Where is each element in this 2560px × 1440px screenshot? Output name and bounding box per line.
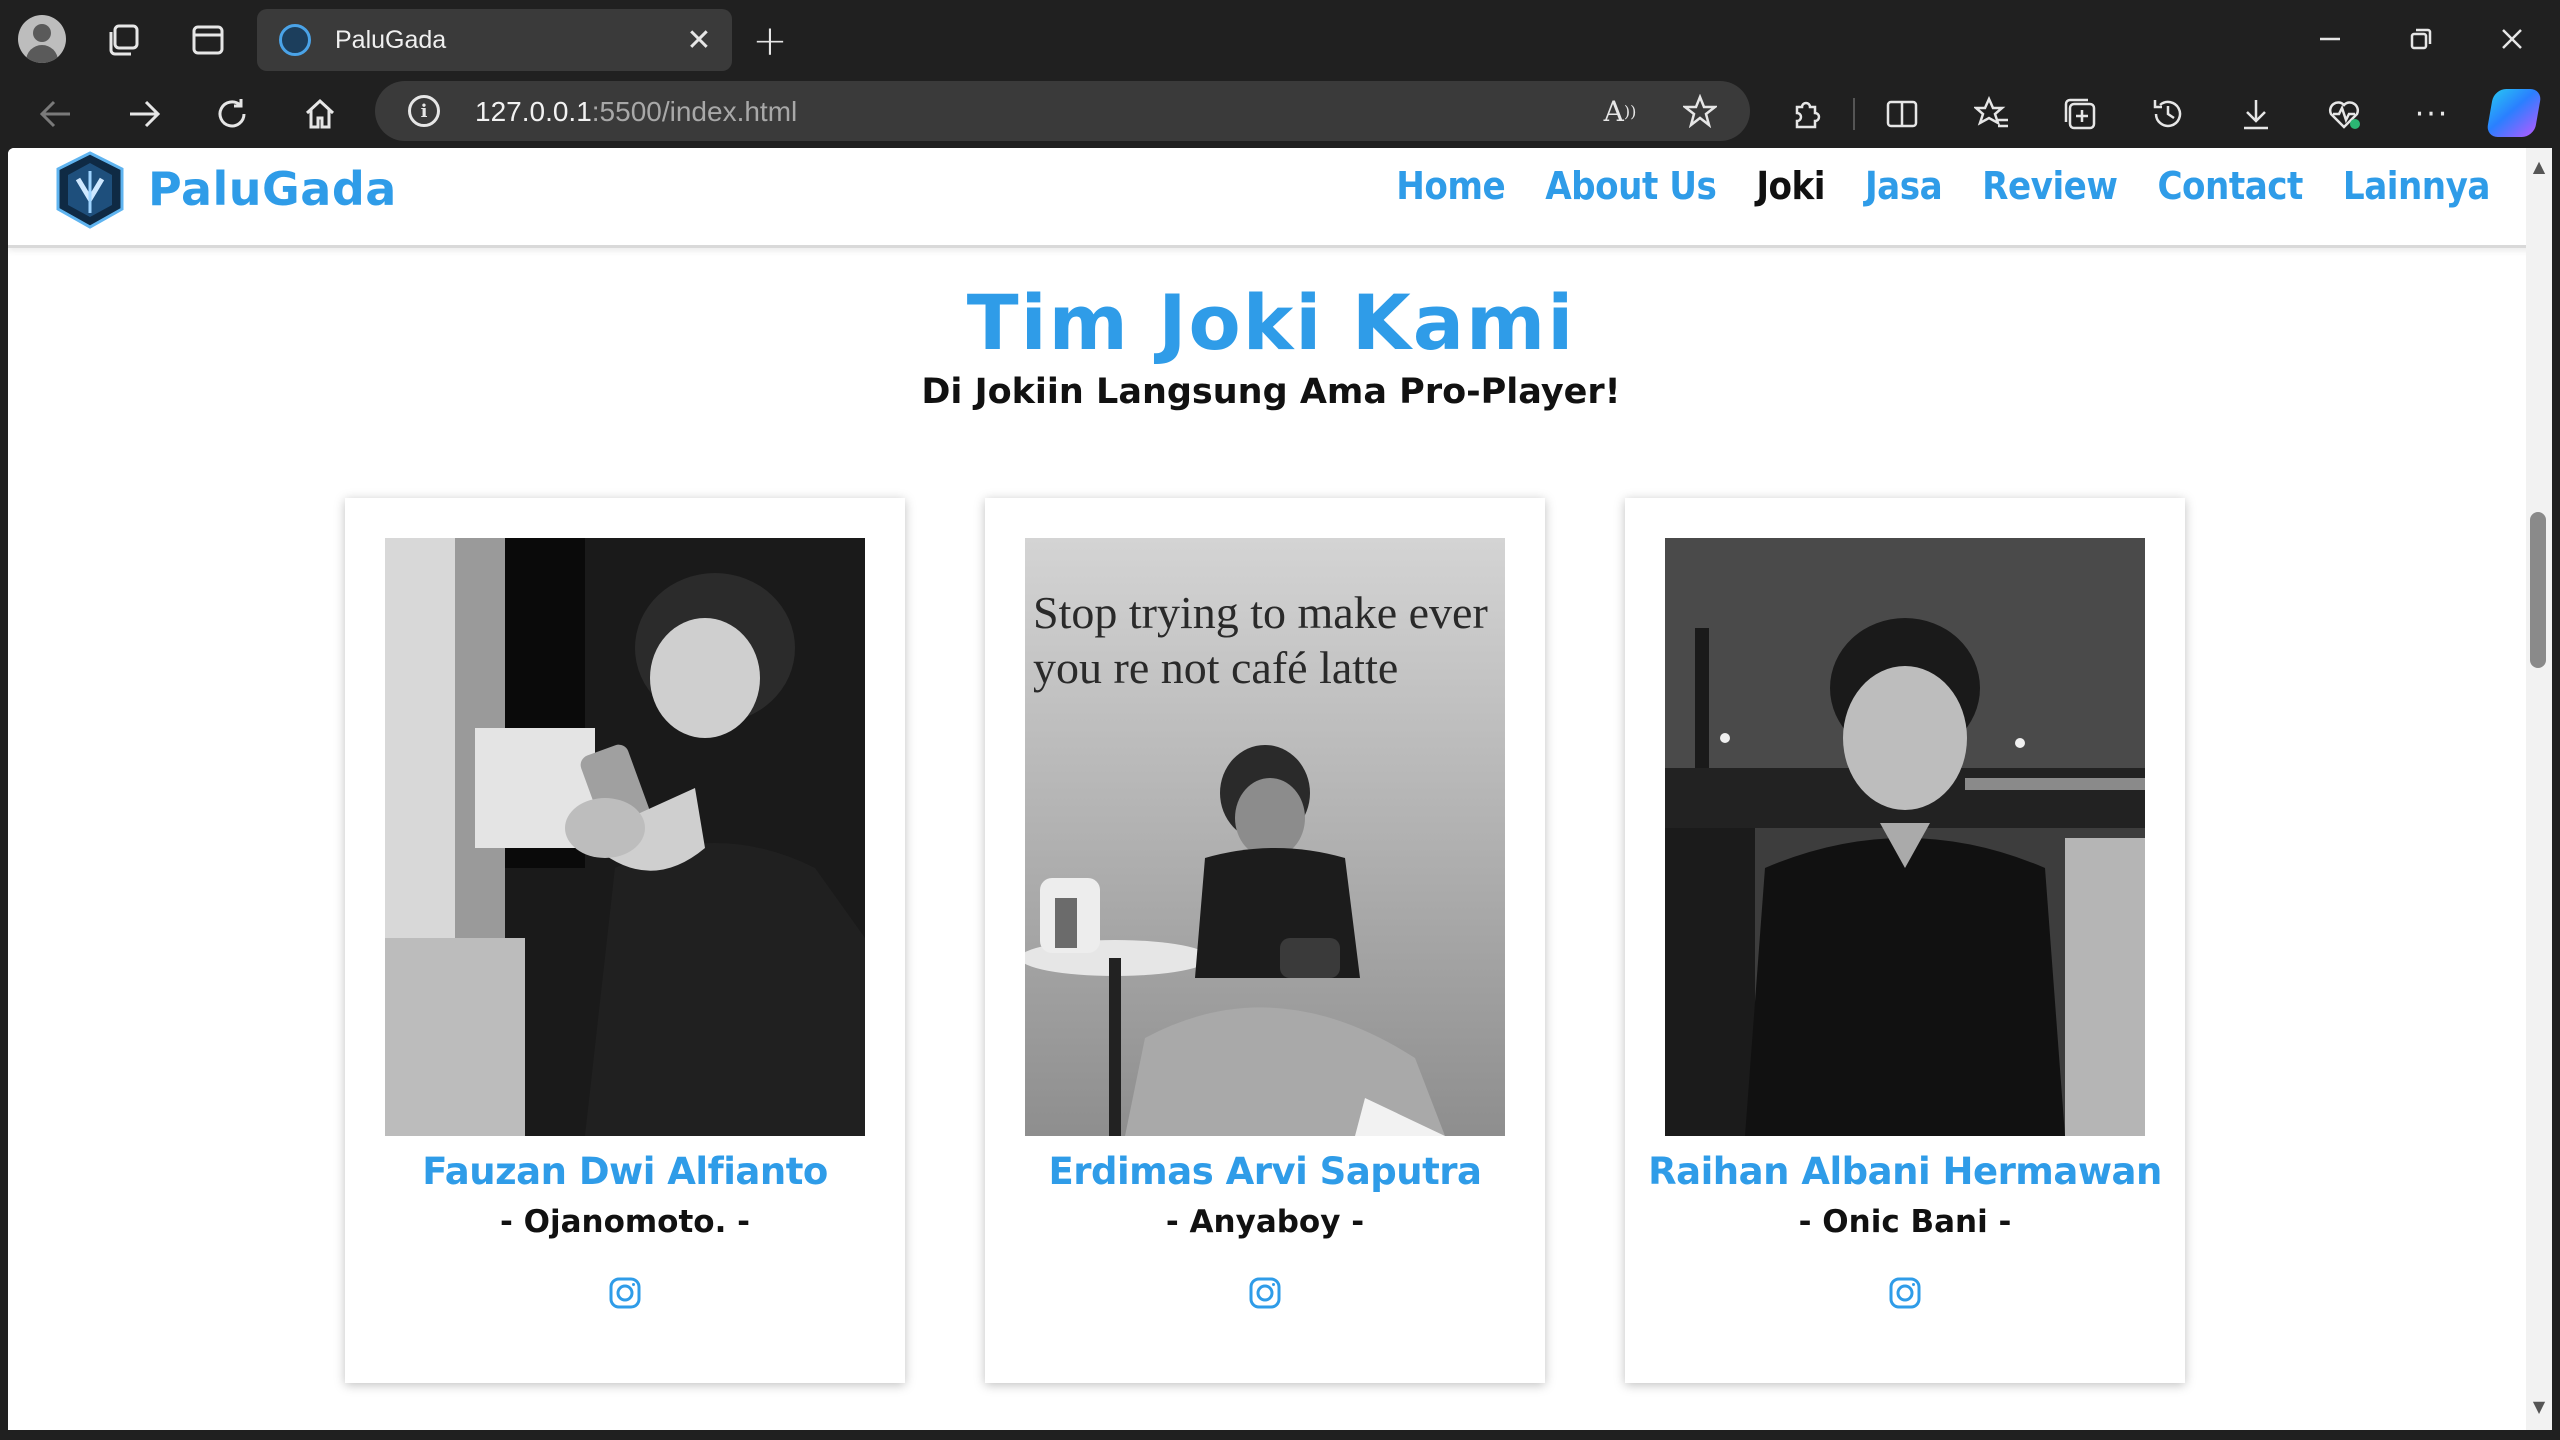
scroll-up-arrow-icon[interactable]: ▲: [2529, 156, 2549, 176]
page-viewport: PaluGada Home About Us Joki Jasa Review …: [8, 148, 2534, 1430]
toolbar-separator: [1853, 98, 1855, 130]
read-aloud-icon[interactable]: A)): [1600, 91, 1640, 131]
team-member-photo: [1665, 538, 2145, 1136]
page-scrollbar-track[interactable]: [2526, 148, 2552, 1430]
back-arrow-icon[interactable]: [28, 86, 84, 142]
browser-tab-bar: PaluGada ✕ +: [0, 0, 2560, 78]
collections-icon[interactable]: [2052, 86, 2108, 142]
workspaces-icon[interactable]: [102, 18, 146, 62]
nav-jasa[interactable]: Jasa: [1865, 164, 1943, 208]
team-member-photo: [385, 538, 865, 1136]
nav-about-us[interactable]: About Us: [1545, 164, 1717, 208]
nav-lainnya[interactable]: Lainnya: [2343, 164, 2491, 208]
new-tab-button[interactable]: +: [748, 16, 792, 65]
team-member-nickname: - Anyaboy -: [1165, 1204, 1365, 1240]
scroll-down-arrow-icon[interactable]: ▼: [2529, 1396, 2549, 1416]
profile-avatar-icon[interactable]: [18, 15, 66, 63]
split-screen-icon[interactable]: [1874, 86, 1930, 142]
site-header: PaluGada Home About Us Joki Jasa Review …: [8, 148, 2534, 248]
browser-tab-active[interactable]: PaluGada ✕: [257, 9, 732, 71]
main-nav: Home About Us Joki Jasa Review Contact L…: [1396, 164, 2490, 208]
nav-contact[interactable]: Contact: [2157, 164, 2303, 208]
refresh-icon[interactable]: [204, 86, 260, 142]
history-icon[interactable]: [2140, 86, 2196, 142]
team-member-name: Raihan Albani Hermawan: [1648, 1150, 2162, 1193]
instagram-icon[interactable]: [608, 1276, 642, 1310]
nav-review[interactable]: Review: [1982, 164, 2118, 208]
copilot-icon[interactable]: [2485, 89, 2543, 137]
forward-arrow-icon[interactable]: [116, 86, 172, 142]
downloads-icon[interactable]: [2228, 86, 2284, 142]
home-icon[interactable]: [292, 86, 348, 142]
team-member-name: Fauzan Dwi Alfianto: [422, 1150, 828, 1193]
team-member-nickname: - Onic Bani -: [1798, 1204, 2012, 1240]
browser-toolbar: i 127.0.0.1:5500/index.html A)) ···: [0, 78, 2560, 148]
more-options-icon[interactable]: ···: [2404, 86, 2460, 142]
photo-wall-text-line2: you re not café latte: [1033, 642, 1398, 693]
instagram-icon[interactable]: [1888, 1276, 1922, 1310]
team-member-photo: Stop trying to make ever you re not café…: [1025, 538, 1505, 1136]
page-scrollbar-thumb[interactable]: [2530, 512, 2546, 668]
restore-icon[interactable]: [2396, 14, 2446, 64]
tab-title: PaluGada: [335, 25, 447, 54]
nav-home[interactable]: Home: [1396, 164, 1505, 208]
palugada-logo-icon[interactable]: [54, 151, 126, 229]
site-info-icon[interactable]: i: [408, 95, 440, 127]
team-member-name: Erdimas Arvi Saputra: [1048, 1150, 1482, 1193]
close-window-icon[interactable]: [2487, 14, 2537, 64]
team-member-nickname: - Ojanomoto. -: [499, 1204, 751, 1240]
close-tab-icon[interactable]: ✕: [680, 21, 718, 59]
favorite-star-icon[interactable]: [1680, 91, 1720, 131]
minimize-icon[interactable]: [2305, 14, 2355, 64]
address-bar[interactable]: i 127.0.0.1:5500/index.html A)): [375, 81, 1750, 141]
photo-wall-text-line1: Stop trying to make ever: [1033, 587, 1488, 638]
browser-essentials-icon[interactable]: [2316, 86, 2372, 142]
team-card: Stop trying to make ever you re not café…: [985, 498, 1545, 1383]
favorites-icon[interactable]: [1964, 86, 2020, 142]
extensions-icon[interactable]: [1778, 86, 1834, 142]
site-favicon-icon: [279, 24, 311, 56]
site-brand-name[interactable]: PaluGada: [148, 162, 397, 216]
nav-joki[interactable]: Joki: [1756, 164, 1825, 208]
vertical-tabs-icon[interactable]: [186, 18, 230, 62]
team-card: Fauzan Dwi Alfianto - Ojanomoto. -: [345, 498, 905, 1383]
section-subtitle: Di Jokiin Langsung Ama Pro-Player!: [921, 372, 1621, 412]
instagram-icon[interactable]: [1248, 1276, 1282, 1310]
url-text[interactable]: 127.0.0.1:5500/index.html: [475, 96, 797, 128]
team-card: Raihan Albani Hermawan - Onic Bani -: [1625, 498, 2185, 1383]
section-title: Tim Joki Kami: [966, 278, 1576, 367]
